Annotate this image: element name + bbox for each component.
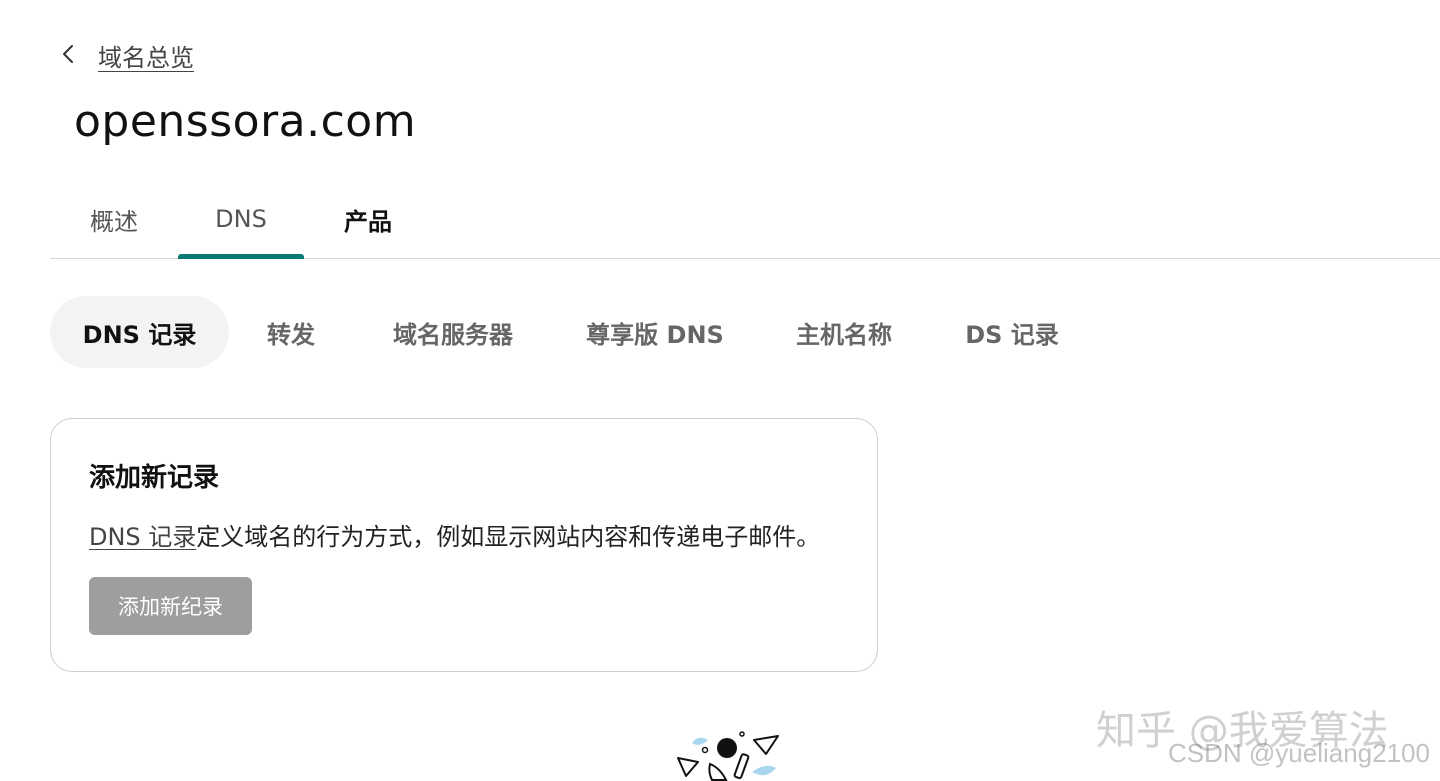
- subtab-hostnames[interactable]: 主机名称: [778, 296, 910, 368]
- primary-tabs: 概述 DNS 产品: [50, 180, 1440, 259]
- tab-products[interactable]: 产品: [330, 180, 406, 258]
- tab-overview-label: 概述: [90, 207, 138, 236]
- page-title: openssora.com: [74, 96, 417, 147]
- tab-dns-label: DNS: [215, 205, 267, 233]
- card-description: DNS 记录定义域名的行为方式，例如显示网站内容和传递电子邮件。: [89, 517, 820, 552]
- tab-dns[interactable]: DNS: [178, 180, 304, 259]
- add-record-card: 添加新记录 DNS 记录定义域名的行为方式，例如显示网站内容和传递电子邮件。 添…: [50, 418, 878, 672]
- subtab-nameservers[interactable]: 域名服务器: [370, 296, 536, 368]
- back-link[interactable]: 域名总览: [58, 38, 194, 73]
- page: 域名总览 openssora.com 概述 DNS 产品 DNS 记录 转发 域…: [0, 0, 1440, 781]
- active-tab-indicator: [178, 254, 304, 259]
- subtab-dns-records-label: DNS 记录: [82, 320, 197, 349]
- subtab-forwarding[interactable]: 转发: [246, 296, 336, 368]
- tab-products-label: 产品: [344, 207, 392, 236]
- subtab-premium-dns[interactable]: 尊享版 DNS: [572, 296, 738, 368]
- decorative-illustration: [674, 728, 784, 781]
- chevron-left-icon: [58, 43, 80, 69]
- subtab-hostnames-label: 主机名称: [796, 320, 892, 349]
- card-title: 添加新记录: [89, 463, 220, 493]
- subtab-dns-records[interactable]: DNS 记录: [50, 296, 229, 368]
- subtab-ds-records-label: DS 记录: [965, 320, 1059, 349]
- tab-overview[interactable]: 概述: [76, 180, 152, 258]
- watermark-csdn: CSDN @yueliang2100: [1168, 738, 1430, 768]
- card-description-text: 定义域名的行为方式，例如显示网站内容和传递电子邮件。: [196, 523, 821, 551]
- subtab-nameservers-label: 域名服务器: [393, 320, 513, 349]
- subtab-ds-records[interactable]: DS 记录: [952, 296, 1072, 368]
- subtab-premium-dns-label: 尊享版 DNS: [586, 320, 724, 349]
- subtab-forwarding-label: 转发: [267, 320, 315, 349]
- dns-records-link[interactable]: DNS 记录: [89, 523, 196, 551]
- add-new-record-button[interactable]: 添加新纪录: [89, 577, 252, 635]
- back-link-label[interactable]: 域名总览: [98, 38, 194, 73]
